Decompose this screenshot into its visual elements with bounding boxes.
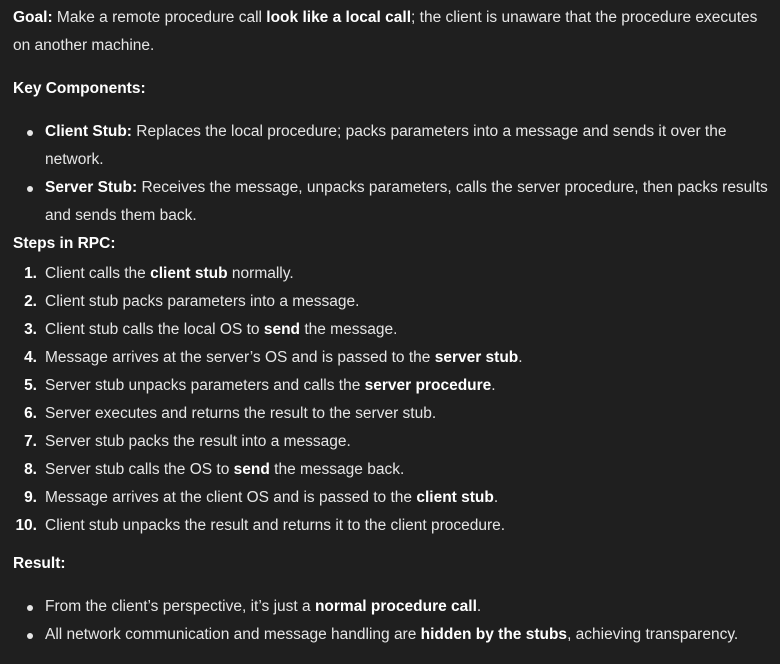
step-text-pre: Message arrives at the server’s OS and i…	[45, 349, 435, 366]
step-item: 5. Server stub unpacks parameters and cal…	[13, 372, 770, 400]
step-item: 7. Server stub packs the result into a me…	[13, 428, 770, 456]
step-item: 9. Message arrives at the client OS and i…	[13, 484, 770, 512]
step-text-pre: Client stub packs parameters into a mess…	[45, 293, 360, 310]
step-number: 8.	[24, 461, 37, 478]
goal-paragraph: Goal: Make a remote procedure call look …	[13, 4, 770, 60]
client-stub-text: Replaces the local procedure; packs para…	[45, 123, 727, 168]
result-text-pre: All network communication and message ha…	[45, 626, 421, 643]
step-text-bold: server stub	[434, 349, 519, 366]
step-text-bold: server procedure	[364, 377, 492, 394]
result-list: From the client’s perspective, it’s just…	[13, 593, 770, 649]
step-number: 10.	[15, 517, 37, 534]
goal-text-bold: look like a local call	[266, 9, 412, 26]
step-text-pre: Client calls the	[45, 265, 151, 282]
step-text-bold: client stub	[416, 489, 494, 506]
bullet-icon	[27, 130, 33, 136]
step-text-pre: Server stub calls the OS to	[45, 461, 234, 478]
step-text-post: .	[491, 377, 496, 394]
result-text-post: , achieving transparency.	[567, 626, 739, 643]
goal-label: Goal:	[13, 9, 53, 26]
step-item: 10. Client stub unpacks the result and re…	[13, 512, 770, 540]
list-item-client-stub: Client Stub: Replaces the local procedur…	[13, 118, 770, 174]
steps-list: 1. Client calls the client stub normally.…	[13, 260, 770, 540]
document: Goal: Make a remote procedure call look …	[0, 0, 780, 649]
step-text-pre: Message arrives at the client OS and is …	[45, 489, 417, 506]
bullet-icon	[27, 605, 33, 611]
step-item: 6. Server executes and returns the result…	[13, 400, 770, 428]
step-number: 2.	[24, 293, 37, 310]
step-text-post: the message back.	[269, 461, 405, 478]
step-text-pre: Server executes and returns the result t…	[45, 405, 437, 422]
step-number: 7.	[24, 433, 37, 450]
result-item: All network communication and message ha…	[13, 621, 770, 649]
client-stub-label: Client Stub:	[45, 123, 132, 140]
result-heading: Result:	[13, 555, 66, 572]
step-text-post: .	[493, 489, 499, 506]
step-text-bold: send	[263, 321, 301, 338]
bullet-icon	[27, 633, 33, 639]
step-text-pre: Server stub packs the result into a mess…	[45, 433, 351, 450]
server-stub-text: Receives the message, unpacks parameters…	[45, 179, 768, 224]
result-text-bold: hidden by the stubs	[420, 626, 568, 643]
key-components-list: Client Stub: Replaces the local procedur…	[13, 118, 770, 230]
result-text-post: .	[476, 598, 482, 615]
result-text-bold: normal procedure call	[314, 598, 477, 615]
step-number: 6.	[24, 405, 37, 422]
result-item: From the client’s perspective, it’s just…	[13, 593, 770, 621]
step-text-pre: Client stub unpacks the result and retur…	[45, 517, 506, 534]
step-item: 4. Message arrives at the server’s OS and…	[13, 344, 770, 372]
step-item: 1. Client calls the client stub normally.	[13, 260, 770, 288]
step-item: 8. Server stub calls the OS to send the m…	[13, 456, 770, 484]
step-number: 5.	[24, 377, 37, 394]
step-item: 3. Client stub calls the local OS to send…	[13, 316, 770, 344]
step-text-bold: client stub	[150, 265, 228, 282]
step-number: 3.	[24, 321, 37, 338]
step-text-pre: Client stub calls the local OS to	[45, 321, 264, 338]
goal-text-pre: Make a remote procedure call	[52, 9, 267, 26]
result-text-pre: From the client’s perspective, it’s just…	[45, 598, 315, 615]
step-text-bold: send	[233, 461, 270, 478]
bullet-icon	[27, 186, 33, 192]
step-number: 4.	[24, 349, 37, 366]
server-stub-label: Server Stub:	[45, 179, 138, 196]
step-number: 9.	[24, 489, 37, 506]
step-text-post: the message.	[300, 321, 398, 338]
step-text-pre: Server stub unpacks parameters and calls…	[45, 377, 365, 394]
steps-heading: Steps in RPC:	[13, 235, 116, 252]
step-text-post: .	[518, 349, 523, 366]
step-item: 2. Client stub packs parameters into a me…	[13, 288, 770, 316]
list-item-server-stub: Server Stub: Receives the message, unpac…	[13, 174, 770, 230]
step-number: 1.	[24, 265, 37, 282]
key-components-heading: Key Components:	[13, 80, 146, 97]
step-text-post: normally.	[227, 265, 294, 282]
